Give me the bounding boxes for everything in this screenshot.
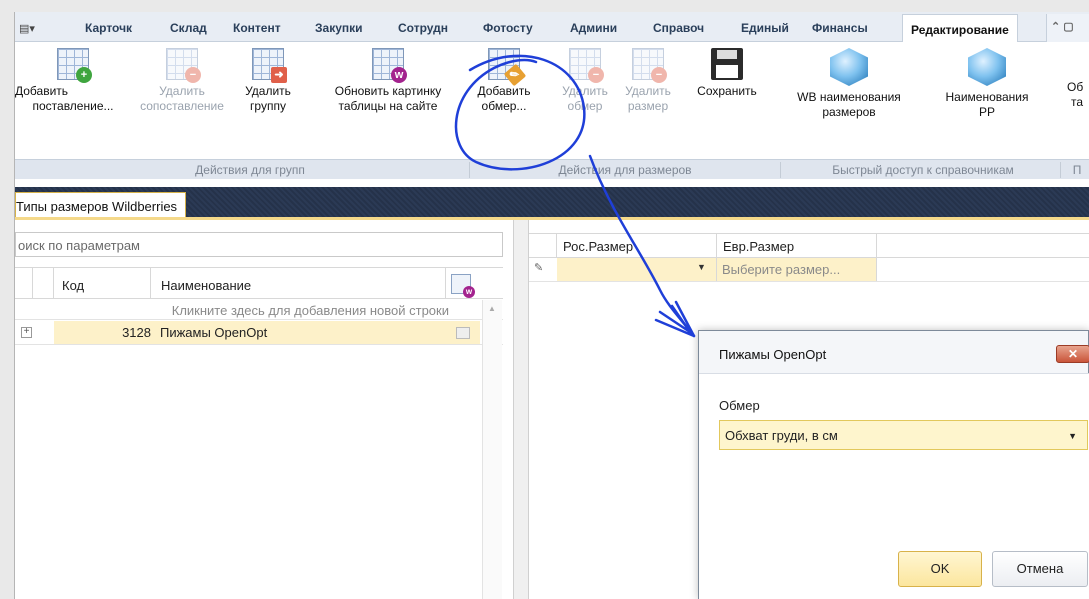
search-input[interactable]: оиск по параметрам xyxy=(15,232,503,257)
quick-access-menu-icon[interactable]: ▤▾ xyxy=(19,22,35,35)
group-separator xyxy=(469,162,470,178)
refresh-table-image-button[interactable]: w Обновить картинку таблицы на сайте xyxy=(313,48,463,114)
add-table-icon: + xyxy=(57,48,92,83)
new-row-hint[interactable]: Кликните здесь для добавления новой стро… xyxy=(15,300,503,320)
tab-content[interactable]: Контент xyxy=(233,21,281,35)
row-name: Пижамы OpenOpt xyxy=(160,325,268,340)
ribbon-body: + Добавить поставление... − Удалить сопо… xyxy=(15,42,1089,182)
wb-table-icon: w xyxy=(372,48,407,83)
wb-size-names-button[interactable]: WB наименования размеров xyxy=(788,48,910,120)
group-separator xyxy=(780,162,781,178)
remove-measure-icon: − xyxy=(569,48,604,83)
vertical-scrollbar[interactable]: ▲ xyxy=(482,300,502,599)
delete-mapping-button[interactable]: − Удалить сопоставление xyxy=(127,48,237,114)
chevron-down-icon[interactable]: ▼ xyxy=(697,262,706,272)
dialog-title: Пижамы OpenOpt xyxy=(719,347,827,362)
doc-tab-wb-size-types[interactable]: Типы размеров Wildberries xyxy=(15,192,187,218)
row-image-button[interactable] xyxy=(456,327,470,339)
tab-staff[interactable]: Сотрудн xyxy=(398,21,448,35)
column-header-eur-size[interactable]: Евр.Размер xyxy=(717,234,877,257)
tab-finance[interactable]: Финансы xyxy=(812,21,890,35)
eur-size-cell[interactable]: Выберите размер... xyxy=(717,258,877,281)
sizes-grid-header: Рос.Размер Евр.Размер xyxy=(529,233,1089,258)
tab-unified[interactable]: Единый xyxy=(741,21,789,35)
save-button[interactable]: Сохранить xyxy=(692,48,762,99)
scroll-up-icon[interactable]: ▲ xyxy=(488,304,496,313)
panel-splitter[interactable] xyxy=(513,220,529,599)
table-row[interactable]: + 3128 Пижамы OpenOpt xyxy=(15,321,503,345)
ribbon-tab-bar: ▤▾ Карточк Склад Контент Закупки Сотрудн… xyxy=(15,12,1089,43)
group-caption-groups: Действия для групп xyxy=(195,163,305,177)
ok-button[interactable]: OK xyxy=(898,551,982,587)
tab-photostudio[interactable]: Фотосту xyxy=(483,21,533,35)
grid-indicator-col xyxy=(15,268,33,298)
ribbon-group-captions: Действия для групп Действия для размеров… xyxy=(15,159,1089,179)
group-caption-quick-access: Быстрый доступ к справочникам xyxy=(832,163,1014,177)
document-tab-bar: Типы размеров Wildberries xyxy=(15,187,1089,218)
tab-cards[interactable]: Карточк xyxy=(85,21,132,35)
ros-size-cell[interactable] xyxy=(557,258,717,281)
cancel-button[interactable]: Отмена xyxy=(992,551,1088,587)
group-caption-sizes: Действия для размеров xyxy=(558,163,692,177)
rf-size-names-button[interactable]: Наименования РР xyxy=(935,48,1039,120)
pencil-icon: ✎ xyxy=(534,262,544,274)
column-header-code[interactable]: Код xyxy=(54,268,151,298)
size-types-grid-panel: оиск по параметрам Код Наименование w Кл… xyxy=(15,220,513,599)
row-code: 3128 xyxy=(122,325,151,340)
partial-icon xyxy=(1067,48,1087,80)
chevron-down-icon[interactable]: ▼ xyxy=(1068,431,1077,441)
edit-table-icon: ✎ xyxy=(488,48,527,87)
grid-indicator-col xyxy=(529,234,557,257)
measure-label: Обмер xyxy=(719,398,760,413)
close-icon[interactable]: ✕ xyxy=(1056,345,1089,363)
delete-size-button[interactable]: − Удалить размер xyxy=(620,48,676,114)
grid-header: Код Наименование w xyxy=(15,267,503,299)
delete-group-button[interactable]: ➜ Удалить группу xyxy=(237,48,299,114)
measure-select[interactable]: Обхват груди, в см ▼ xyxy=(719,420,1088,450)
ribbon-collapse-icon[interactable]: ⌃ ▢ xyxy=(1046,14,1089,42)
delete-measure-button[interactable]: − Удалить обмер xyxy=(558,48,612,114)
group-caption-partial: П xyxy=(1072,163,1082,177)
add-measure-button[interactable]: ✎ Добавить обмер... xyxy=(473,48,535,114)
expand-icon[interactable]: + xyxy=(21,327,32,338)
grid-expand-col xyxy=(33,268,54,298)
cube-icon xyxy=(968,48,1006,86)
group-separator xyxy=(1060,162,1061,178)
tab-admin[interactable]: Админи xyxy=(570,21,617,35)
column-header-ros-size[interactable]: Рос.Размер xyxy=(557,234,717,257)
wb-table-icon[interactable]: w xyxy=(451,274,475,298)
measure-select-value: Обхват груди, в см xyxy=(725,428,838,443)
group-arrow-icon: ➜ xyxy=(252,48,287,83)
tab-reference[interactable]: Справоч xyxy=(653,21,704,35)
more-ribbon-button[interactable]: Об та xyxy=(1067,48,1089,110)
column-header-name[interactable]: Наименование xyxy=(151,268,446,298)
tab-warehouse[interactable]: Склад xyxy=(170,21,207,35)
add-mapping-button[interactable]: + Добавить поставление... xyxy=(15,48,133,114)
tab-purchases[interactable]: Закупки xyxy=(315,21,363,35)
sizes-edit-row[interactable]: ✎ ▼ Выберите размер... xyxy=(529,258,1089,282)
tab-editing[interactable]: Редактирование xyxy=(902,14,1018,43)
remove-size-icon: − xyxy=(632,48,667,83)
floppy-disk-icon xyxy=(711,48,743,80)
dialog-body: Обмер Обхват груди, в см ▼ OK Отмена xyxy=(699,373,1089,599)
add-measure-dialog: Пижамы OpenOpt ✕ Обмер Обхват груди, в с… xyxy=(698,330,1089,599)
remove-table-icon: − xyxy=(166,48,201,83)
cube-icon xyxy=(830,48,868,86)
